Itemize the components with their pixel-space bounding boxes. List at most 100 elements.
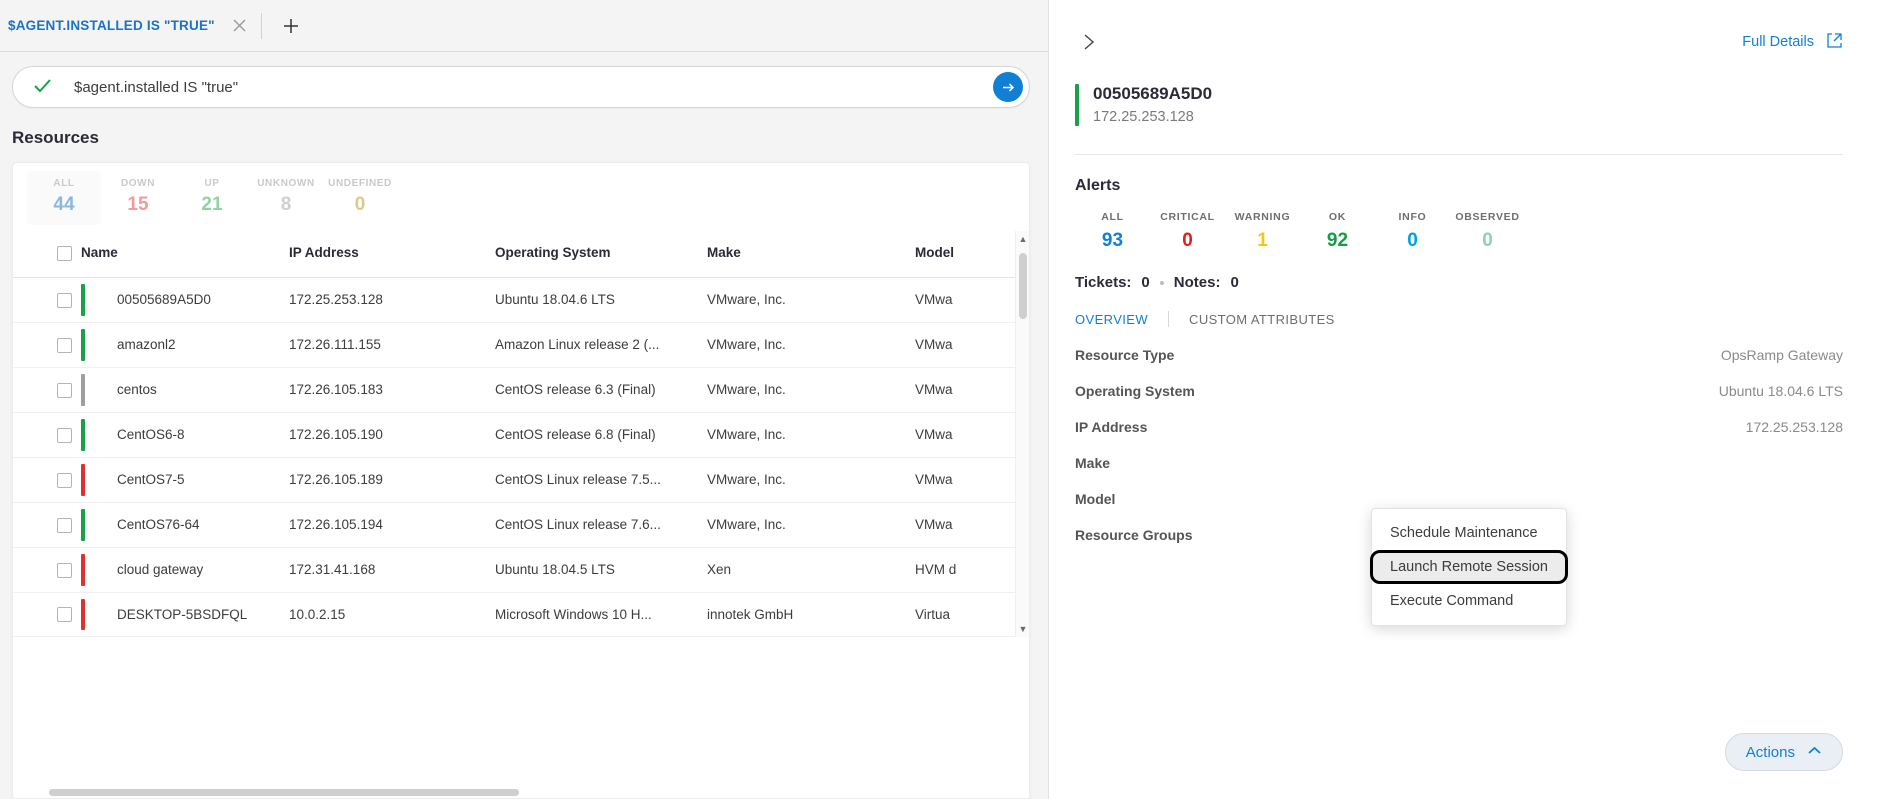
cell-name[interactable]: centos xyxy=(81,367,289,413)
row-checkbox[interactable] xyxy=(57,337,72,353)
page-title: Resources xyxy=(12,128,99,147)
alert-label: OBSERVED xyxy=(1455,211,1520,223)
field-key: Operating System xyxy=(1075,383,1195,399)
table-row[interactable]: amazonl2 172.26.111.155 Amazon Linux relea… xyxy=(13,322,1029,368)
alert-label: CRITICAL xyxy=(1160,211,1215,223)
cell-ip-address: 172.26.105.190 xyxy=(289,412,495,458)
row-status-indicator xyxy=(81,283,85,316)
actions-context-menu: Schedule Maintenance Launch Remote Sessio… xyxy=(1370,508,1568,626)
cell-model: VMwa xyxy=(915,502,1029,548)
cell-make: VMware, Inc. xyxy=(707,277,915,323)
external-link-icon xyxy=(1826,32,1843,53)
alert-counter-observed[interactable]: OBSERVED 0 xyxy=(1450,211,1525,252)
cell-operating-system: CentOS release 6.3 (Final) xyxy=(495,367,707,413)
status-chip-undefined[interactable]: UNDEFINED 0 xyxy=(323,171,397,225)
column-header-operating-system[interactable]: Operating System xyxy=(495,231,707,278)
cell-name[interactable]: 00505689A5D0 xyxy=(81,277,289,323)
chevron-right-icon[interactable] xyxy=(1075,28,1103,56)
cell-name[interactable]: DESKTOP-5BSDFQL xyxy=(81,592,289,638)
vertical-scrollbar[interactable]: ▲ ▼ xyxy=(1015,231,1029,638)
table-row[interactable]: CentOS7-5 172.26.105.189 CentOS Linux rele… xyxy=(13,457,1029,503)
row-checkbox[interactable] xyxy=(57,607,72,623)
select-all-header xyxy=(13,231,81,278)
cell-ip-address: 172.26.105.194 xyxy=(289,502,495,548)
table-row[interactable]: CentOS6-8 172.26.105.190 CentOS release 6.… xyxy=(13,412,1029,458)
table-row[interactable]: CentOS76-64 172.26.105.194 CentOS Linux re… xyxy=(13,502,1029,548)
row-checkbox[interactable] xyxy=(57,427,72,443)
row-checkbox[interactable] xyxy=(57,517,72,533)
menu-item-schedule-maintenance[interactable]: Schedule Maintenance xyxy=(1372,516,1566,550)
field-row: Operating System Ubuntu 18.04.6 LTS xyxy=(1075,383,1843,399)
alert-counter-critical[interactable]: CRITICAL 0 xyxy=(1150,211,1225,252)
table-row[interactable]: DESKTOP-5BSDFQL 10.0.2.15 Microsoft Window… xyxy=(13,592,1029,638)
alert-label: WARNING xyxy=(1234,211,1291,223)
horizontal-scrollbar[interactable] xyxy=(13,788,1029,798)
column-header-name[interactable]: Name xyxy=(81,231,289,278)
cell-name[interactable]: CentOS7-5 xyxy=(81,457,289,503)
cell-name[interactable]: amazonl2 xyxy=(81,322,289,368)
alert-value: 0 xyxy=(1482,230,1493,251)
status-filter-chips: ALL 44 DOWN 15 UP 21 UNKNOWN 8 UNDEFINED 0 xyxy=(13,163,1029,231)
menu-item-launch-remote-session[interactable]: Launch Remote Session xyxy=(1370,550,1568,584)
cell-name[interactable]: CentOS76-64 xyxy=(81,502,289,548)
chip-value: 15 xyxy=(127,194,149,215)
column-header-model[interactable]: Model xyxy=(915,231,1029,278)
status-badge xyxy=(1075,84,1079,126)
table-header-row: Name IP Address Operating System Make Mo… xyxy=(13,231,1029,278)
alert-counter-warning[interactable]: WARNING 1 xyxy=(1225,211,1300,252)
alert-counter-ok[interactable]: OK 92 xyxy=(1300,211,1375,252)
status-chip-unknown[interactable]: UNKNOWN 8 xyxy=(249,171,323,225)
tab-query-label[interactable]: $AGENT.INSTALLED IS "TRUE" xyxy=(8,18,215,33)
row-checkbox[interactable] xyxy=(57,292,72,308)
cell-make: VMware, Inc. xyxy=(707,412,915,458)
row-checkbox[interactable] xyxy=(57,472,72,488)
cell-name[interactable]: CentOS6-8 xyxy=(81,412,289,458)
search-input[interactable]: $agent.installed IS "true" xyxy=(74,79,993,96)
scroll-up-icon[interactable]: ▲ xyxy=(1016,231,1029,247)
alert-value: 0 xyxy=(1407,230,1418,251)
table-row[interactable]: 00505689A5D0 172.25.253.128 Ubuntu 18.04.6… xyxy=(13,277,1029,323)
row-checkbox[interactable] xyxy=(57,382,72,398)
cell-ip-address: 172.25.253.128 xyxy=(289,277,495,323)
close-icon[interactable] xyxy=(229,15,251,37)
chip-label: UNDEFINED xyxy=(328,178,392,189)
column-header-make[interactable]: Make xyxy=(707,231,915,278)
full-details-link[interactable]: Full Details xyxy=(1742,32,1843,53)
status-chip-down[interactable]: DOWN 15 xyxy=(101,171,175,225)
alerts-title: Alerts xyxy=(1075,177,1121,194)
cell-model: VMwa xyxy=(915,412,1029,458)
horizontal-scroll-thumb[interactable] xyxy=(49,789,519,796)
row-name-text: centos xyxy=(117,382,157,398)
alert-counter-all[interactable]: ALL 93 xyxy=(1075,211,1150,252)
select-all-checkbox[interactable] xyxy=(57,245,72,261)
resource-ip: 172.25.253.128 xyxy=(1093,109,1194,125)
query-input-box[interactable]: $agent.installed IS "true" xyxy=(12,66,1030,108)
row-status-indicator xyxy=(81,328,85,361)
notes-label: Notes: xyxy=(1173,274,1221,291)
table-row[interactable]: cloud gateway 172.31.41.168 Ubuntu 18.04.5… xyxy=(13,547,1029,593)
tab-overview[interactable]: OVERVIEW xyxy=(1075,312,1148,327)
status-chip-all[interactable]: ALL 44 xyxy=(27,171,101,225)
actions-button[interactable]: Actions xyxy=(1724,733,1843,771)
scroll-thumb[interactable] xyxy=(1019,253,1027,319)
arrow-right-icon[interactable] xyxy=(993,72,1023,102)
row-checkbox[interactable] xyxy=(57,562,72,578)
table-row[interactable]: centos 172.26.105.183 CentOS release 6.3 (… xyxy=(13,367,1029,413)
cell-make: VMware, Inc. xyxy=(707,322,915,368)
cell-make: VMware, Inc. xyxy=(707,502,915,548)
scroll-down-icon[interactable]: ▼ xyxy=(1016,621,1029,637)
row-name-text: CentOS6-8 xyxy=(117,427,185,443)
cell-name[interactable]: cloud gateway xyxy=(81,547,289,593)
field-key: Resource Type xyxy=(1075,347,1175,363)
status-chip-up[interactable]: UP 21 xyxy=(175,171,249,225)
row-status-indicator xyxy=(81,553,85,586)
cell-ip-address: 172.26.105.189 xyxy=(289,457,495,503)
resource-name: 00505689A5D0 xyxy=(1093,84,1213,103)
alert-counter-info[interactable]: INFO 0 xyxy=(1375,211,1450,252)
tab-custom-attributes[interactable]: CUSTOM ATTRIBUTES xyxy=(1189,312,1335,327)
menu-item-execute-command[interactable]: Execute Command xyxy=(1372,584,1566,618)
column-header-ip-address[interactable]: IP Address xyxy=(289,231,495,278)
plus-icon[interactable] xyxy=(278,13,304,39)
row-name-text: 00505689A5D0 xyxy=(117,292,211,308)
cell-model: VMwa xyxy=(915,322,1029,368)
